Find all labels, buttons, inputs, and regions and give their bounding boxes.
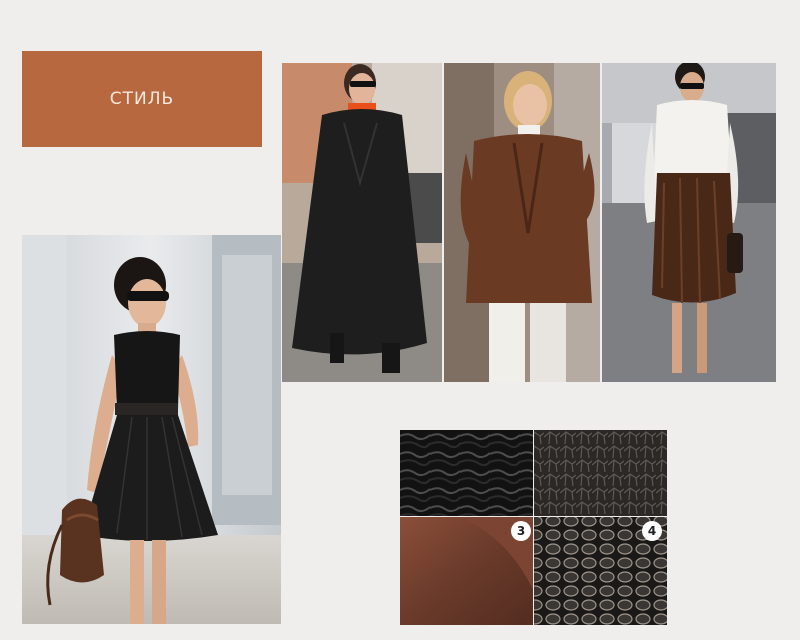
photo-triptych-street-style xyxy=(282,63,776,382)
texture-badge-4: 4 xyxy=(642,521,662,541)
photo-black-leather-dress xyxy=(22,235,281,624)
title-banner: СТИЛЬ xyxy=(22,51,262,147)
texture-badge-3: 3 xyxy=(511,521,531,541)
leather-texture-grid: 3 4 xyxy=(400,430,667,625)
page-title: СТИЛЬ xyxy=(109,89,175,109)
